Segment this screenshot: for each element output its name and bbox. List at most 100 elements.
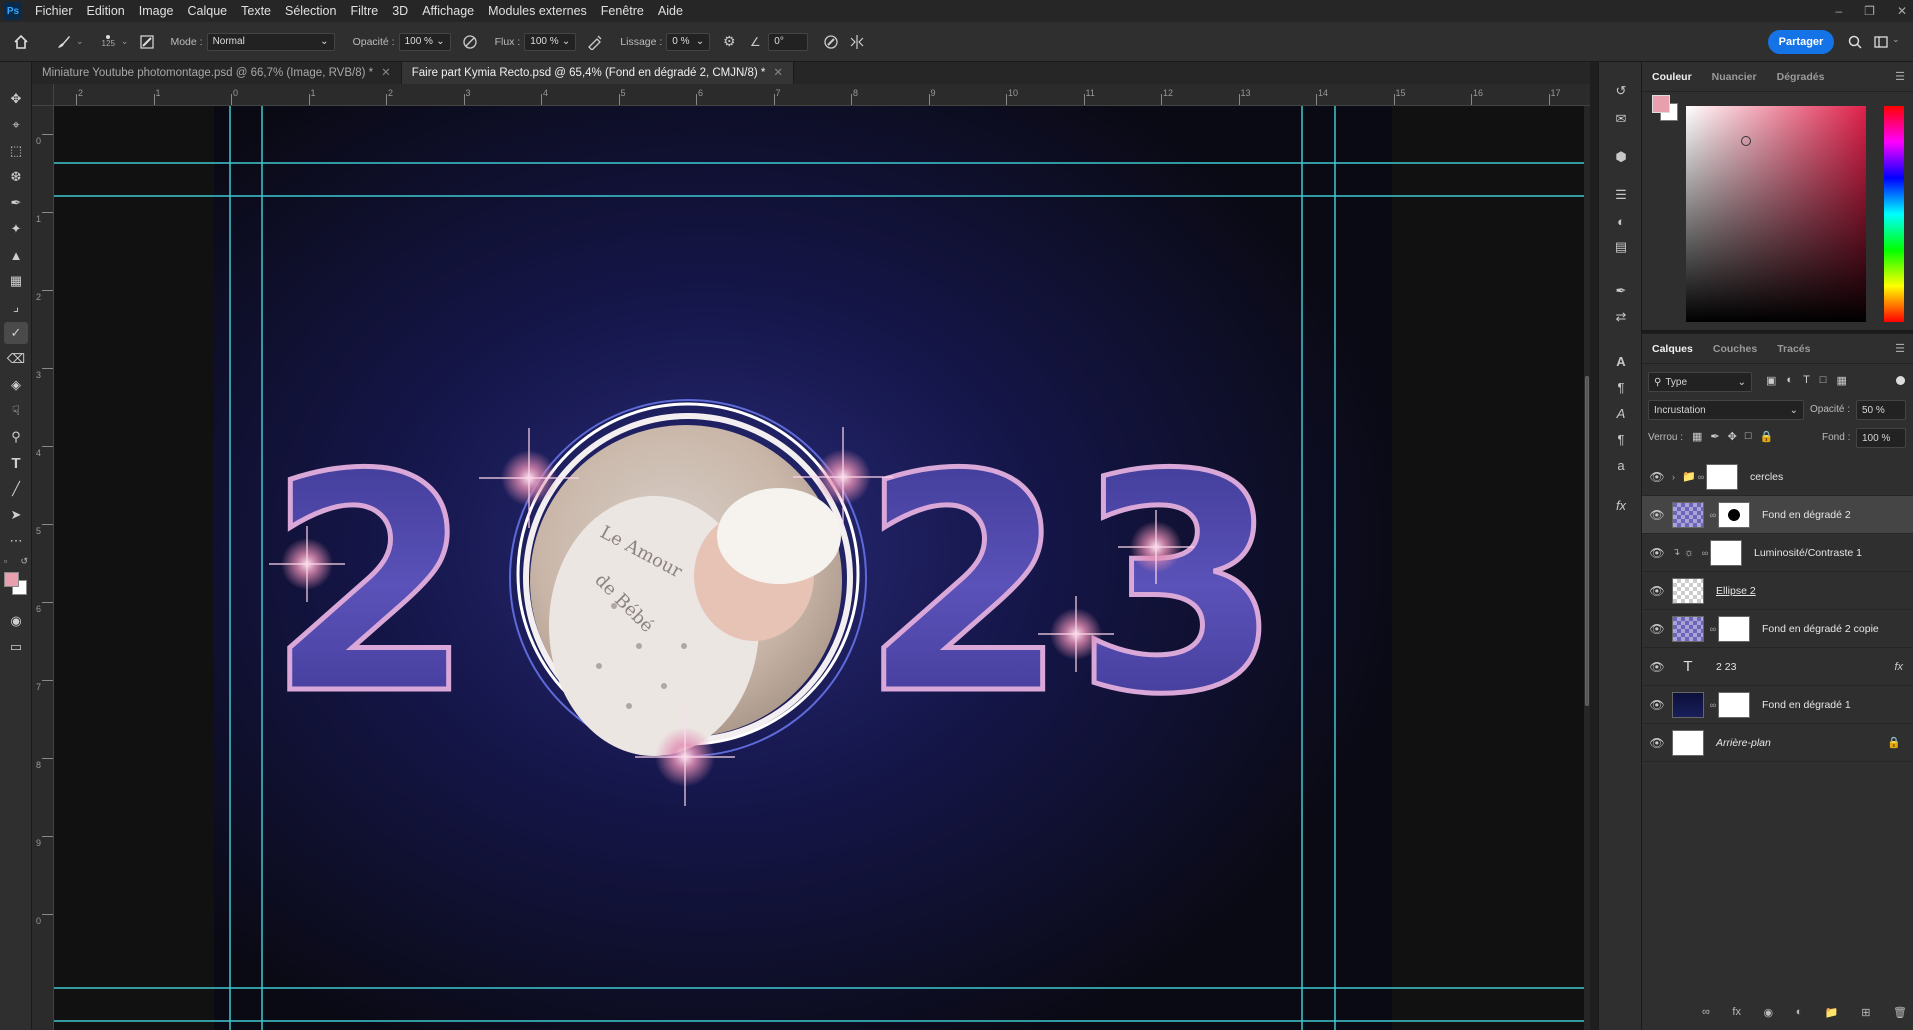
- add-style-icon[interactable]: fx: [1732, 1006, 1741, 1019]
- add-mask-icon[interactable]: ◉: [1764, 1006, 1774, 1019]
- eye-icon[interactable]: 👁: [1642, 584, 1672, 598]
- close-icon[interactable]: ✕: [1897, 0, 1907, 22]
- eye-icon[interactable]: 👁: [1642, 736, 1672, 750]
- tab-faire-part-kymia[interactable]: Faire part Kymia Recto.psd @ 65,4% (Fond…: [401, 62, 795, 84]
- foreground-color-swatch[interactable]: [4, 572, 19, 587]
- tab-nuancier[interactable]: Nuancier: [1702, 62, 1767, 92]
- styles-fx-icon[interactable]: fx: [1609, 494, 1633, 516]
- vertical-scrollbar[interactable]: [1584, 106, 1590, 1030]
- pressure-opacity-icon[interactable]: [461, 33, 479, 51]
- character-icon[interactable]: A: [1609, 350, 1633, 372]
- frame-tool-icon[interactable]: ▦: [4, 270, 28, 292]
- lock-artboard-icon[interactable]: □: [1745, 430, 1752, 443]
- glyphs-icon[interactable]: A: [1609, 402, 1633, 424]
- properties-icon[interactable]: ☰: [1609, 184, 1633, 206]
- layer-row[interactable]: 👁 › 📁 ∞ cercles: [1642, 458, 1913, 496]
- smoothing-field[interactable]: 0 % ⌄: [666, 32, 711, 51]
- layer-filter-select[interactable]: ⚲ Type ⌄: [1648, 372, 1752, 392]
- path-selection-icon[interactable]: ➤: [4, 504, 28, 526]
- filter-type-icon[interactable]: T: [1803, 374, 1810, 387]
- layer-row[interactable]: 👁 ∞ Fond en dégradé 2 copie: [1642, 610, 1913, 648]
- workspace-icon[interactable]: [1872, 33, 1890, 51]
- dodge-tool-icon[interactable]: ⚲: [4, 426, 28, 448]
- panel-menu-icon[interactable]: ☰: [1895, 342, 1905, 355]
- hue-slider[interactable]: [1884, 106, 1904, 322]
- magic-wand-icon[interactable]: ✦: [4, 218, 28, 240]
- foreground-color-swatch[interactable]: [1652, 95, 1670, 113]
- menu-modules-externes[interactable]: Modules externes: [481, 0, 594, 22]
- lock-transparency-icon[interactable]: ▦: [1692, 430, 1702, 443]
- layer-row[interactable]: 👁 ∞ Fond en dégradé 2: [1642, 496, 1913, 534]
- tab-calques[interactable]: Calques: [1642, 334, 1703, 364]
- filter-smart-icon[interactable]: ▦: [1836, 374, 1846, 387]
- link-layers-icon[interactable]: ∞: [1702, 1006, 1710, 1019]
- lock-paint-icon[interactable]: ✒: [1710, 430, 1719, 443]
- menu-fichier[interactable]: Fichier: [28, 0, 80, 22]
- layer-thumbnail[interactable]: [1672, 615, 1704, 642]
- fill-field[interactable]: 100 %: [1856, 428, 1906, 448]
- layer-mask-thumbnail[interactable]: [1718, 501, 1750, 528]
- new-adjustment-icon[interactable]: ◐: [1796, 1006, 1803, 1019]
- layer-mask-thumbnail[interactable]: [1710, 539, 1742, 566]
- tab-miniature-youtube[interactable]: Miniature Youtube photomontage.psd @ 66,…: [32, 62, 402, 84]
- menu-affichage[interactable]: Affichage: [415, 0, 481, 22]
- pressure-size-icon[interactable]: [822, 33, 840, 51]
- search-icon[interactable]: [1846, 33, 1864, 51]
- eye-icon[interactable]: 👁: [1642, 698, 1672, 712]
- vertical-ruler[interactable]: 0 1 2 3 4 5 6 7 8 9 0: [32, 106, 54, 1030]
- symmetry-icon[interactable]: [848, 33, 866, 51]
- close-icon[interactable]: ✕: [773, 67, 783, 79]
- color-picker-cursor[interactable]: [1741, 136, 1751, 146]
- lock-all-icon[interactable]: 🔒: [1760, 430, 1774, 443]
- paragraph-icon[interactable]: ¶: [1609, 376, 1633, 398]
- share-button[interactable]: Partager: [1768, 30, 1834, 54]
- layer-row[interactable]: 👁 ∞ Fond en dégradé 1: [1642, 686, 1913, 724]
- filter-shape-icon[interactable]: □: [1820, 374, 1827, 387]
- flow-field[interactable]: 100 % ⌄: [524, 32, 577, 51]
- new-layer-icon[interactable]: ⊞: [1861, 1006, 1870, 1019]
- quick-mask-icon[interactable]: ◉: [4, 610, 28, 632]
- blend-mode-select[interactable]: Incrustation ⌄: [1648, 400, 1804, 420]
- layer-row[interactable]: 👁 T 2 23 fx: [1642, 648, 1913, 686]
- eye-icon[interactable]: 👁: [1642, 508, 1672, 522]
- chevron-down-icon[interactable]: ⌄: [121, 36, 129, 47]
- trash-icon[interactable]: 🗑: [1893, 1006, 1907, 1019]
- swap-colors-icon[interactable]: ▫ ↺: [4, 556, 28, 568]
- layer-row[interactable]: 👁 Ellipse 2: [1642, 572, 1913, 610]
- marquee-tool-icon[interactable]: ⬚: [4, 140, 28, 162]
- scrollbar-thumb[interactable]: [1585, 376, 1589, 706]
- menu-calque[interactable]: Calque: [181, 0, 235, 22]
- eye-icon[interactable]: 👁: [1642, 622, 1672, 636]
- line-tool-icon[interactable]: ╱: [4, 478, 28, 500]
- menu-selection[interactable]: Sélection: [278, 0, 343, 22]
- stamp-tool-icon[interactable]: ▲: [4, 244, 28, 266]
- eraser-tool-icon[interactable]: ⌫: [4, 348, 28, 370]
- crop-tool-icon[interactable]: ⌖: [4, 114, 28, 136]
- chevron-down-icon[interactable]: ⌄: [1892, 34, 1900, 45]
- close-icon[interactable]: ✕: [381, 67, 391, 79]
- brush-size-picker[interactable]: 125: [102, 35, 115, 48]
- eye-icon[interactable]: 👁: [1642, 546, 1672, 560]
- pen-tool-icon[interactable]: ✒: [4, 192, 28, 214]
- tab-traces[interactable]: Tracés: [1767, 334, 1820, 364]
- menu-fenetre[interactable]: Fenêtre: [594, 0, 651, 22]
- menu-edition[interactable]: Edition: [80, 0, 132, 22]
- layer-row[interactable]: 👁 ↴ ☼ ∞ Luminosité/Contraste 1: [1642, 534, 1913, 572]
- layer-thumbnail[interactable]: [1672, 577, 1704, 604]
- filter-pixel-icon[interactable]: ▣: [1766, 374, 1776, 387]
- layer-thumbnail[interactable]: [1672, 501, 1704, 528]
- airbrush-icon[interactable]: [586, 33, 604, 51]
- filter-adjustment-icon[interactable]: ◐: [1786, 374, 1793, 387]
- lock-position-icon[interactable]: ✥: [1728, 430, 1737, 443]
- restore-icon[interactable]: ❐: [1864, 0, 1875, 22]
- history-icon[interactable]: ↺: [1609, 80, 1633, 102]
- gear-icon[interactable]: ⚙: [720, 33, 738, 51]
- menu-texte[interactable]: Texte: [234, 0, 278, 22]
- type-tool-icon[interactable]: T: [4, 452, 28, 474]
- panel-menu-icon[interactable]: ☰: [1895, 70, 1905, 83]
- tab-degrades[interactable]: Dégradés: [1767, 62, 1835, 92]
- more-tools-icon[interactable]: ⋯: [4, 530, 28, 552]
- minimize-icon[interactable]: –: [1835, 0, 1842, 22]
- smudge-tool-icon[interactable]: ☟: [4, 400, 28, 422]
- eye-icon[interactable]: 👁: [1642, 660, 1672, 674]
